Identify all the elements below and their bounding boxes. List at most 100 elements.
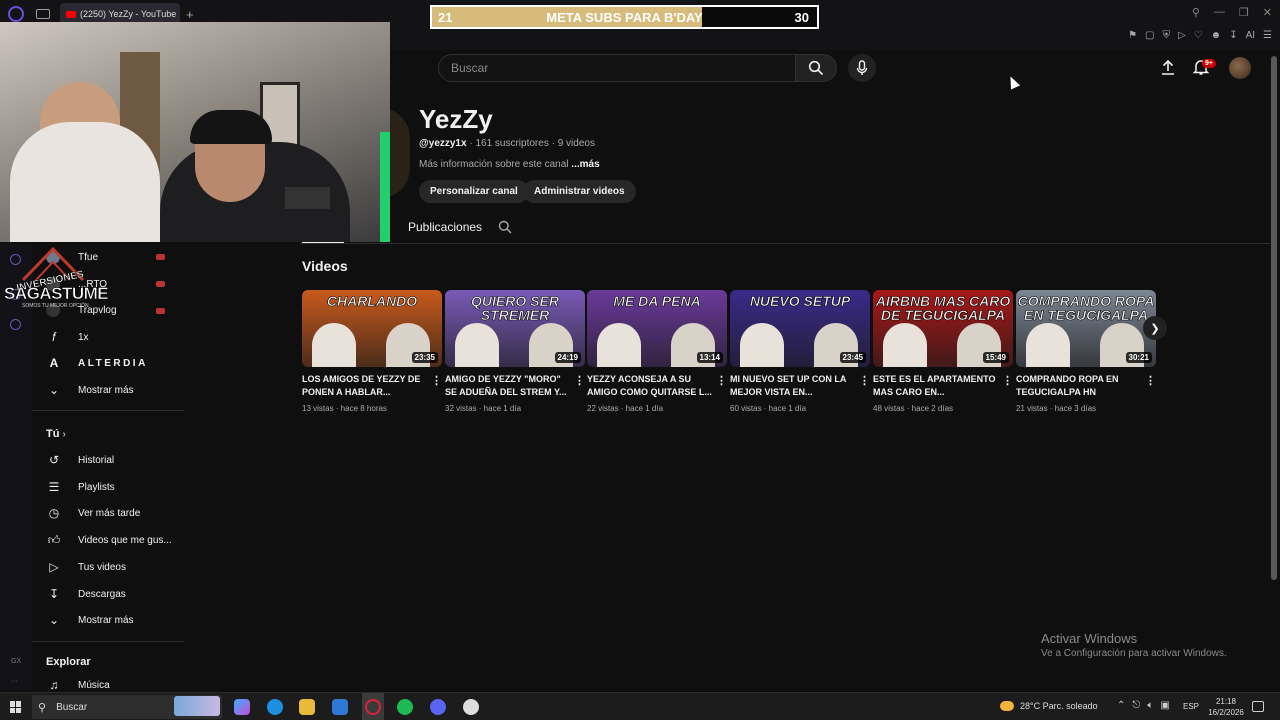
taskbar-clock[interactable]: 21:18 16/2/2026 [1204,696,1248,718]
videos-section-title[interactable]: Videos [302,258,348,274]
play-icon[interactable]: ▷ [1178,30,1186,41]
manage-videos-button[interactable]: Administrar videos [523,180,636,203]
opera-gx-icon[interactable] [365,699,381,715]
more-actions-icon[interactable]: ⋮ [859,374,870,387]
channel-tabs: Publicaciones [408,220,512,234]
show-more-you[interactable]: ⌄ Mostrar más [46,610,134,630]
spotify-icon[interactable] [397,699,413,715]
file-explorer-icon[interactable] [299,699,315,715]
thumbnail-figure [740,323,784,367]
channel-description[interactable]: Más información sobre este canal ...más [419,159,600,170]
windows-start-icon[interactable] [10,701,22,713]
weather-widget[interactable]: 28°C Parc. soleado [1000,701,1098,711]
sidebar-item-label: Historial [78,454,115,466]
video-card[interactable]: AIRBNB MAS CARO DE TEGUCIGALPA 15:49 ESTE … [873,290,1015,413]
edge-icon[interactable] [267,699,283,715]
voice-search-button[interactable] [848,54,876,82]
download-icon[interactable]: ↧ [1229,30,1237,41]
pin-icon[interactable]: ⚑ [1128,30,1137,41]
minimize-icon[interactable]: — [1214,6,1225,19]
video-thumbnail[interactable]: AIRBNB MAS CARO DE TEGUCIGALPA 15:49 [873,290,1013,367]
language-indicator[interactable]: ESP [1183,702,1199,711]
sidebar-item-liked[interactable]: 👍︎ Videos que me gus... [46,530,172,550]
more-actions-icon[interactable]: ⋮ [1145,374,1156,387]
search-input[interactable] [451,61,795,75]
channel-stats: · 161 suscriptores · 9 videos [466,138,595,149]
tab-manager-icon[interactable] [36,9,50,19]
more-actions-icon[interactable]: ⋮ [574,374,585,387]
more-actions-icon[interactable]: ⋮ [431,374,442,387]
upload-icon [1162,59,1174,75]
sub-item-alterdia[interactable]: A ALTERDIA [46,353,148,373]
copilot-icon[interactable] [234,699,250,715]
next-videos-button[interactable]: ❯ [1143,316,1167,340]
video-title[interactable]: LOS AMIGOS DE YEZZY DE PONEN A HABLAR... [302,373,428,399]
video-title[interactable]: YEZZY ACONSEJA A SU AMIGO COMO QUITARSE … [587,373,713,399]
heart-icon[interactable]: ♡ [1194,30,1203,41]
customize-channel-button[interactable]: Personalizar canal [419,180,529,203]
discord-icon[interactable] [430,699,446,715]
upload-button[interactable] [1159,58,1177,81]
video-card[interactable]: ME DA PENA 13:14 YEZZY ACONSEJA A SU AMIGO… [587,290,729,413]
account-avatar[interactable] [1229,57,1251,79]
notification-center-icon[interactable] [1252,701,1264,712]
chevron-up-icon[interactable]: ⌃ [1117,700,1125,711]
search-tabs-icon[interactable]: ⚲ [1192,6,1200,19]
video-thumbnail[interactable]: QUIERO SER STREMER 24:19 [445,290,585,367]
more-actions-icon[interactable]: ⋮ [1002,374,1013,387]
video-thumbnail[interactable]: ME DA PENA 13:14 [587,290,727,367]
menu-icon[interactable]: ☰ [1263,30,1272,41]
rail-settings-icon[interactable] [10,319,21,330]
video-thumbnail[interactable]: CHARLANDO 23:35 [302,290,442,367]
more-actions-icon[interactable]: ⋮ [716,374,727,387]
video-title[interactable]: MI NUEVO SET UP CON LA MEJOR VISTA EN... [730,373,856,399]
shield-icon[interactable]: ⛨ [1162,30,1170,41]
tab-posts[interactable]: Publicaciones [408,220,482,234]
more-link[interactable]: ...más [571,159,599,170]
sidebar-item-your-videos[interactable]: ▷ Tus videos [46,557,126,577]
ai-button[interactable]: AI [1246,30,1255,41]
search-button[interactable] [795,54,837,82]
you-section-heading[interactable]: Tú › [46,428,66,440]
thumbnail-text: CHARLANDO [326,293,418,309]
goal-target: 30 [794,10,809,25]
close-icon[interactable]: ✕ [1263,6,1272,19]
channel-search-icon[interactable] [498,220,512,234]
video-card[interactable]: CHARLANDO 23:35 LOS AMIGOS DE YEZZY DE PON… [302,290,444,413]
video-meta: 48 vistas · hace 2 días [873,404,954,413]
video-card[interactable]: QUIERO SER STREMER 24:19 AMIGO DE YEZZY "M… [445,290,587,413]
obs-icon[interactable] [463,699,479,715]
restore-icon[interactable]: ❐ [1239,6,1249,19]
video-title[interactable]: AMIGO DE YEZZY "MORO" SE ADUEÑA DEL STRE… [445,373,571,399]
activate-windows-title: Activar Windows [1041,631,1138,646]
sidebar-item-playlists[interactable]: ☰ Playlists [46,477,115,497]
video-thumbnail[interactable]: COMPRANDO ROPA EN TEGUCIGALPA 30:21 [1016,290,1156,367]
video-title[interactable]: ESTE ES EL APARTAMENTO MAS CARO EN... [873,373,999,399]
network-icon[interactable]: ▣ [1160,700,1169,711]
video-card[interactable]: NUEVO SETUP 23:45 MI NUEVO SET UP CON LA M… [730,290,872,413]
video-thumbnail[interactable]: NUEVO SETUP 23:45 [730,290,870,367]
sidebar-item-watch-later[interactable]: ◷ Ver más tarde [46,503,141,523]
snapshot-icon[interactable]: ▢ [1145,30,1154,41]
sidebar-item-downloads[interactable]: ↧ Descargas [46,584,126,604]
video-title[interactable]: COMPRANDO ROPA EN TEGUCIGALPA HN [1016,373,1142,399]
you-heading-label: Tú [46,428,60,440]
weather-icon [1000,701,1014,711]
video-card[interactable]: COMPRANDO ROPA EN TEGUCIGALPA 30:21 COMPRA… [1016,290,1158,413]
new-tab-button[interactable]: + [186,7,194,22]
sidebar-item-history[interactable]: ↺ Historial [46,450,114,470]
show-more-subscriptions[interactable]: ⌄ Mostrar más [46,380,134,400]
rail-gx-label[interactable]: GX [11,658,21,665]
opera-logo-icon[interactable] [8,6,24,22]
rail-more-icon[interactable]: ··· [11,678,18,685]
page-scrollbar[interactable] [1271,56,1277,580]
mic-tray-icon[interactable]: ⎋ [1132,700,1140,711]
video-duration: 15:49 [982,352,1009,363]
thumbnail-figure [883,323,927,367]
notification-badge: 9+ [1202,59,1216,68]
volume-icon[interactable]: 🔈︎ [1147,700,1153,711]
your-videos-icon: ▷ [49,560,59,574]
account-icon[interactable]: ☻ [1211,30,1222,41]
sub-item-1x[interactable]: 𝑓 1x [46,327,88,347]
mail-icon[interactable] [332,699,348,715]
